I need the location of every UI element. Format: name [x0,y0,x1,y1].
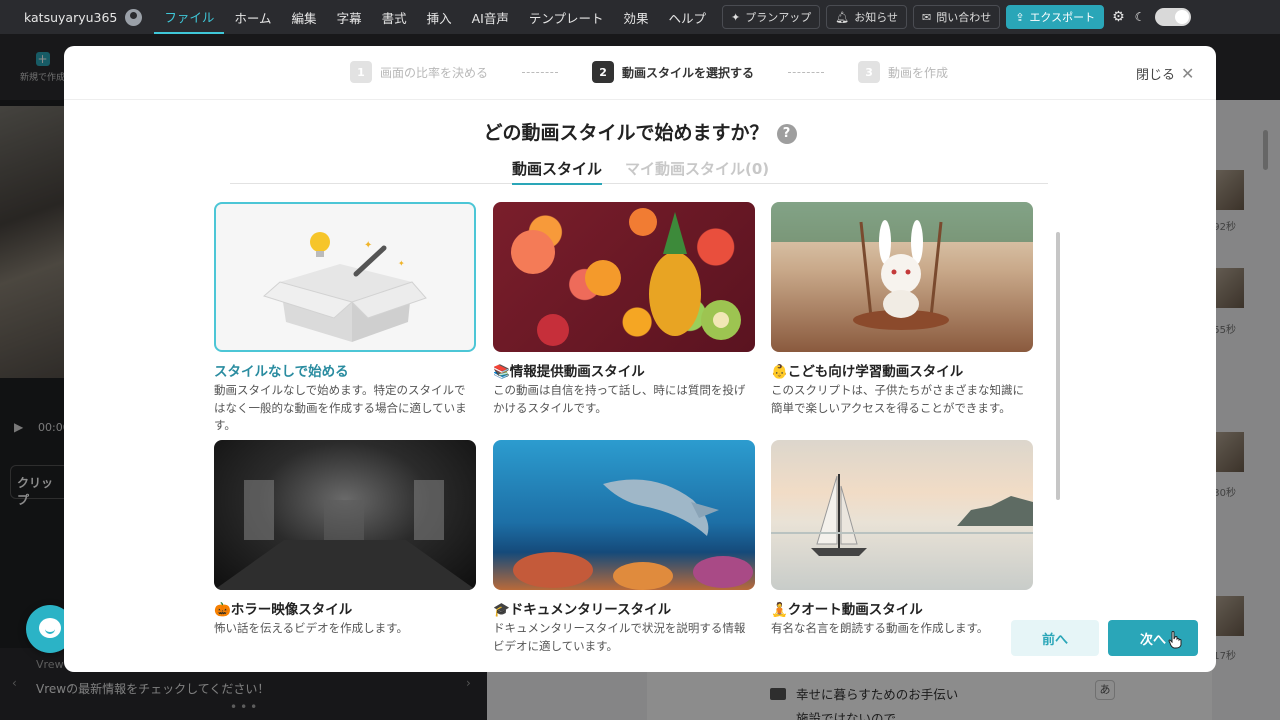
contact-button[interactable]: ✉ 問い合わせ [913,5,1001,29]
contact-label: 問い合わせ [936,11,992,24]
export-icon: ⇪ [1015,10,1025,24]
close-label: 閉じる [1136,68,1176,83]
step-number: 1 [350,61,372,83]
style-tabs: 動画スタイル マイ動画スタイル(0) [230,154,1048,185]
help-icon[interactable]: ? [776,124,797,144]
style-card-title: 🎃ホラー映像スタイル [214,602,353,618]
gear-icon[interactable]: ⚙ [1112,9,1125,25]
close-icon: ✕ [1181,63,1195,83]
username: katsuyaryu365 [24,9,118,25]
style-card-description: ドキュメンタリースタイルで状況を説明する情報ビデオに適しています。 [493,621,746,653]
menu-insert[interactable]: 挿入 [417,0,462,34]
notice-button[interactable]: 🔔︎ お知らせ [826,5,907,29]
style-card-title: 🎓ドキュメンタリースタイル [493,602,672,618]
style-card-description: 有名な名言を朗読する動画を作成します。 [771,621,989,635]
svg-text:✦: ✦ [398,259,405,268]
next-button[interactable]: 次へ [1108,620,1198,656]
style-card-description: この動画は自信を持って話し、時には質問を投げかけるスタイルです。 [493,383,746,415]
step-1: 1 画面の比率を決める [350,61,488,83]
bunny-swing-image [771,202,1033,352]
moon-icon[interactable]: ☾ [1135,10,1146,24]
mail-icon: ✉ [922,10,932,24]
style-thumbnail: ✦ ✦ [214,202,476,352]
menu-home[interactable]: ホーム [224,0,281,34]
style-card-title: 👶こども向け学習動画スタイル [771,364,964,380]
style-card-grid: ✦ ✦ スタイルなしで始める 動画スタイルなしで始めます。特定のスタイルではなく… [214,202,1034,672]
export-button[interactable]: ⇪ エクスポート [1006,5,1105,29]
theme-toggle[interactable] [1155,8,1192,26]
step-number: 3 [858,61,881,83]
haunted-hall-illustration [214,480,476,590]
step-label: 画面の比率を決める [380,65,489,80]
dolphin-illustration [513,479,753,590]
close-button[interactable]: 閉じる ✕ [1136,64,1194,83]
style-card-title: 📚情報提供動画スタイル [493,364,645,380]
video-style-dialog: 1 画面の比率を決める 2 動画スタイルを選択する 3 動画を作成 閉じる ✕ … [64,46,1216,672]
tab-video-style[interactable]: 動画スタイル [512,158,603,185]
plan-up-button[interactable]: ✦ プランアップ [722,5,821,29]
underwater-dolphin-image [493,440,755,590]
menu-help[interactable]: ヘルプ [659,0,717,34]
step-number: 2 [592,61,615,83]
dialog-header: 1 画面の比率を決める 2 動画スタイルを選択する 3 動画を作成 閉じる ✕ [64,46,1216,100]
dialog-title: どの動画スタイルで始めますか？? [64,118,1216,145]
prev-button[interactable]: 前へ [1011,620,1099,656]
step-2: 2 動画スタイルを選択する [592,61,754,83]
dialog-question: どの動画スタイルで始めますか？ [483,122,769,144]
export-label: エクスポート [1029,11,1096,24]
haunted-building-image [214,440,476,590]
menu-subtitle[interactable]: 字幕 [327,0,372,34]
sailboat-illustration [771,474,1033,556]
notice-label: お知らせ [854,11,898,24]
user-account[interactable]: katsuyaryu365 [0,8,154,26]
pineapple-illustration [511,208,741,346]
dialog-scrollbar[interactable] [1056,232,1060,500]
style-card-title: 🧘クオート動画スタイル [771,602,923,618]
style-card-description: 怖い話を伝えるビデオを作成します。 [214,621,409,635]
menu-format[interactable]: 書式 [372,0,417,34]
menu-file[interactable]: ファイル [154,0,225,34]
step-3: 3 動画を作成 [858,61,948,83]
step-divider [522,71,559,73]
step-label: 動画を作成 [888,65,949,80]
menubar: katsuyaryu365 ファイル ホーム 編集 字幕 書式 挿入 AI音声 … [0,0,1280,34]
tab-my-video-style[interactable]: マイ動画スタイル(0) [625,158,769,183]
menu-ai-voice[interactable]: AI音声 [462,0,519,34]
fruit-image [493,202,755,352]
plan-up-label: プランアップ [745,11,812,24]
menu-edit[interactable]: 編集 [282,0,327,34]
user-avatar-icon[interactable] [125,8,143,26]
step-label: 動画スタイルを選択する [622,65,755,80]
open-box-icon: ✦ ✦ [263,232,427,342]
bunny-illustration [771,202,1033,330]
svg-text:✦: ✦ [364,240,372,251]
step-indicator: 1 画面の比率を決める 2 動画スタイルを選択する 3 動画を作成 [350,61,948,83]
hand-cursor-icon [1168,631,1182,649]
menu-template[interactable]: テンプレート [519,0,614,34]
bell-icon: 🔔︎ [835,10,850,24]
sparkle-icon: ✦ [731,10,741,24]
style-card-description: 動画スタイルなしで始めます。特定のスタイルではなく一般的な動画を作成する場合に適… [214,383,467,432]
step-divider [788,71,825,73]
style-card-description: このスクリプトは、子供たちがさまざまな知識に簡単で楽しいアクセスを得ることができ… [771,383,1024,415]
style-card-title: スタイルなしで始める [214,364,349,380]
menu-effects[interactable]: 効果 [614,0,659,34]
sailboat-lake-image [771,440,1033,590]
